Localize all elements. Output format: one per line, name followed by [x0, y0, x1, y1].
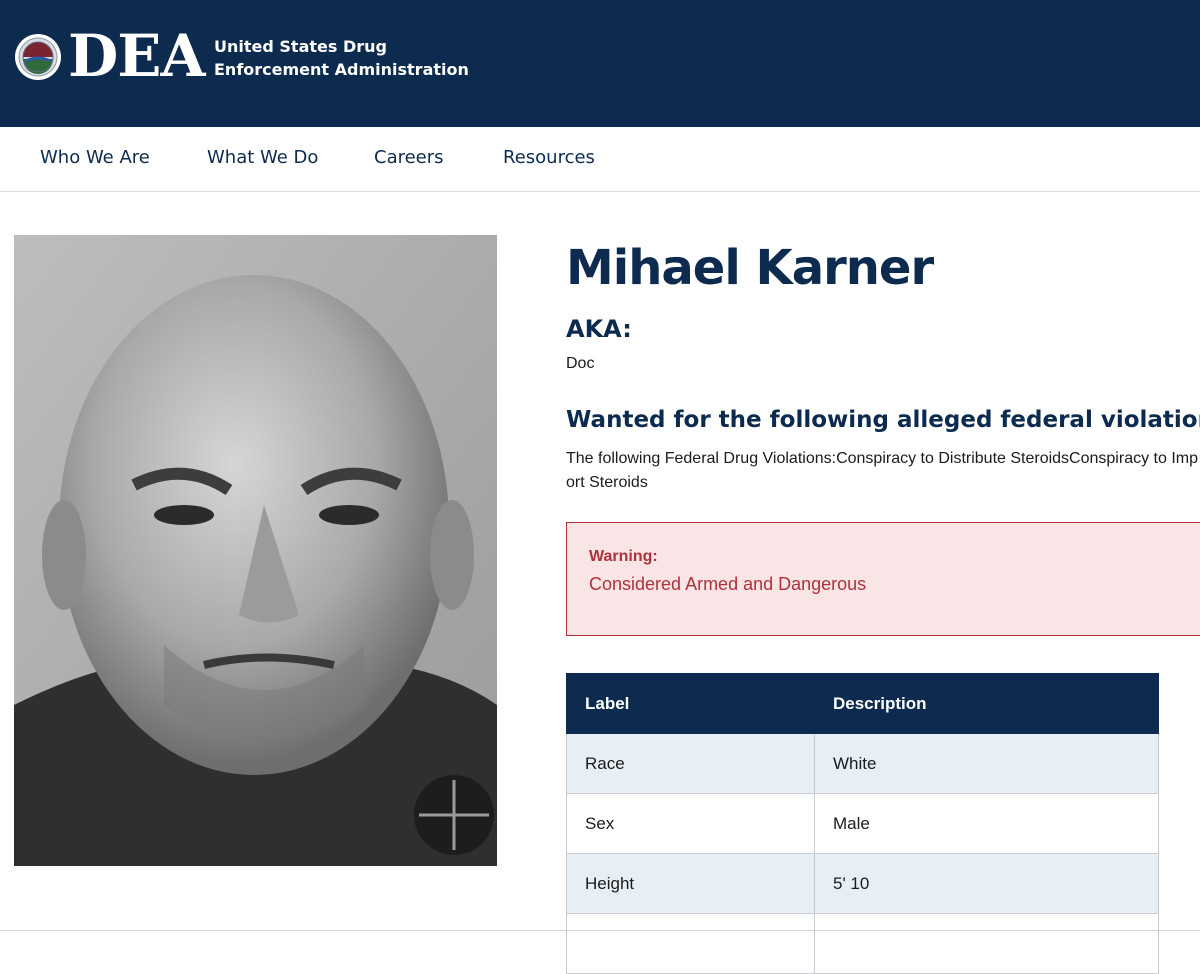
details-table: Label Description Race White Sex Male He… — [566, 673, 1159, 974]
site-header: DEA United States Drug Enforcement Admin… — [0, 0, 1200, 127]
nav-what-we-do[interactable]: What We Do — [207, 147, 318, 169]
table-row: Sex Male — [566, 793, 1159, 854]
nav-who-we-are[interactable]: Who We Are — [40, 147, 150, 169]
warning-text: Considered Armed and Dangerous — [589, 574, 867, 594]
violations-text: The following Federal Drug Violations:Co… — [566, 450, 1198, 491]
violations-heading: Wanted for the following alleged federal… — [566, 407, 1200, 433]
warning-label: Warning: — [589, 548, 658, 565]
nav-resources[interactable]: Resources — [503, 147, 595, 169]
fugitive-photo — [14, 235, 497, 866]
main-navigation: Who We Are What We Do Careers Resources — [0, 127, 1200, 192]
table-cell-description: Male — [814, 793, 1159, 854]
table-cell-label — [566, 913, 815, 974]
nav-careers[interactable]: Careers — [374, 147, 444, 169]
table-cell-label: Sex — [566, 793, 815, 854]
warning-box: Warning: Considered Armed and Dangerous — [566, 522, 1200, 636]
table-row: Height 5' 10 — [566, 853, 1159, 914]
agency-name[interactable]: United States Drug Enforcement Administr… — [214, 35, 494, 81]
table-cell-description — [814, 913, 1159, 974]
page-bottom-divider — [0, 930, 1200, 931]
table-header-description: Description — [814, 673, 1159, 734]
table-row — [566, 913, 1159, 974]
dea-logo-text[interactable]: DEA — [68, 22, 206, 90]
table-cell-label: Race — [566, 733, 815, 794]
table-cell-label: Height — [566, 853, 815, 914]
table-header-label: Label — [566, 673, 815, 734]
table-cell-description: White — [814, 733, 1159, 794]
fugitive-name: Mihael Karner — [566, 240, 934, 296]
table-row: Race White — [566, 733, 1159, 794]
aka-value: Doc — [566, 355, 595, 372]
table-header-row: Label Description — [566, 673, 1159, 734]
aka-label: AKA: — [566, 315, 632, 343]
dea-seal-icon[interactable] — [14, 33, 62, 81]
table-cell-description: 5' 10 — [814, 853, 1159, 914]
